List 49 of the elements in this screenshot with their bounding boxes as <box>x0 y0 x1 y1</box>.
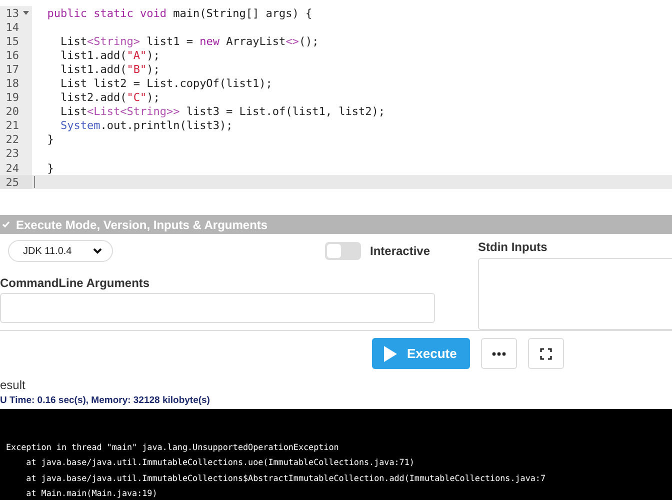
play-icon <box>384 346 397 362</box>
fold-icon[interactable] <box>23 11 29 16</box>
line-number: 22 <box>4 133 19 146</box>
arguments-label: CommandLine Arguments <box>0 276 151 290</box>
stdin-label: Stdin Inputs <box>478 240 548 254</box>
line-number: 14 <box>4 20 19 34</box>
code-line: List list2 = List.copyOf(list1); <box>59 77 272 90</box>
fullscreen-icon <box>540 348 552 360</box>
line-number: 13 <box>4 6 19 20</box>
line-number: 20 <box>4 105 19 118</box>
code-line: public static void main(String[] args) { <box>46 6 312 20</box>
section-title: Execute Mode, Version, Inputs & Arguments <box>16 218 268 232</box>
more-icon <box>492 352 506 356</box>
code-line: } <box>46 133 54 146</box>
output-line: at java.base/java.util.ImmutableCollections$AbstractImmutableCollection.add(ImmutableCollections.java:7 <box>25 472 547 485</box>
fullscreen-button[interactable] <box>528 338 564 370</box>
code-line: System.out.println(list3); <box>59 119 233 132</box>
code-line: List<List<String>> list3 = List.of(list1, list2); <box>59 105 386 118</box>
code-line: list1.add("B"); <box>59 62 160 76</box>
more-button[interactable] <box>481 338 517 370</box>
line-number: 18 <box>4 77 19 90</box>
stdin-field[interactable] <box>478 258 672 330</box>
output-line: at Main.main(Main.java:19) <box>25 486 158 500</box>
execution-stats: U Time: 0.16 sec(s), Memory: 32128 kilobyte(s) <box>0 395 211 406</box>
version-dropdown[interactable]: JDK 11.0.4 <box>8 240 113 262</box>
section-header[interactable]: Execute Mode, Version, Inputs & Arguments <box>0 215 672 234</box>
line-number: 19 <box>4 91 19 104</box>
output-line: Exception in thread "main" java.lang.UnsupportedOperationException <box>6 441 340 454</box>
code-line: List<String> list1 = new ArrayList<>(); <box>59 34 319 48</box>
line-number: 25 <box>4 176 19 189</box>
code-editor[interactable] <box>0 6 672 190</box>
line-number: 21 <box>4 119 19 132</box>
code-line: } <box>46 162 54 175</box>
interactive-toggle[interactable] <box>325 242 361 260</box>
line-number: 15 <box>4 34 19 48</box>
line-number: 24 <box>4 162 19 175</box>
execute-button[interactable]: Execute <box>372 338 470 370</box>
check-icon <box>2 221 10 228</box>
interactive-label: Interactive <box>370 244 430 258</box>
line-number: 23 <box>4 147 19 160</box>
line-number: 17 <box>4 62 19 76</box>
output-line: at java.base/java.util.ImmutableCollections.uoe(ImmutableCollections.java:71) <box>25 456 416 470</box>
line-number: 16 <box>4 48 19 62</box>
arguments-field[interactable] <box>0 293 435 324</box>
code-line: list1.add("A"); <box>59 48 160 62</box>
chevron-down-icon <box>93 248 102 254</box>
code-line: list2.add("C"); <box>59 91 160 104</box>
text-cursor <box>34 176 35 188</box>
result-title: esult <box>0 378 26 392</box>
